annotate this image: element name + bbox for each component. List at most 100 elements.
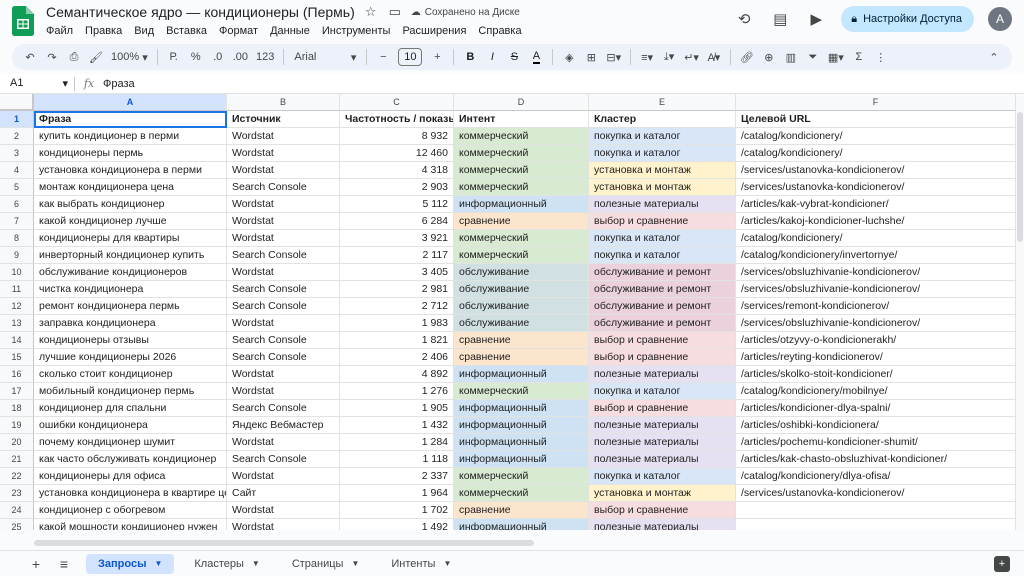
vertical-scrollbar[interactable] <box>1016 94 1024 530</box>
increase-font-size-button[interactable]: + <box>427 47 447 67</box>
percent-format-button[interactable]: % <box>186 47 206 67</box>
table-cell[interactable]: полезные материалы <box>589 417 736 434</box>
table-cell[interactable]: 1 983 <box>340 315 454 332</box>
table-cell[interactable]: Search Console <box>227 451 340 468</box>
sheet-tab[interactable]: Страницы ▼ <box>280 554 372 574</box>
table-cell[interactable]: 1 118 <box>340 451 454 468</box>
table-cell[interactable]: информационный <box>454 400 589 417</box>
table-cell[interactable]: почему кондиционер шумит <box>34 434 227 451</box>
select-all-corner[interactable] <box>0 94 34 111</box>
comments-icon[interactable]: ▤ <box>769 8 791 30</box>
table-cell[interactable]: Wordstat <box>227 468 340 485</box>
column-header-b[interactable]: B <box>227 94 340 111</box>
column-header-f[interactable]: F <box>736 94 1016 111</box>
sheets-logo-icon[interactable] <box>12 6 34 36</box>
table-cell[interactable]: /services/ustanovka-kondicionerov/ <box>736 485 1016 502</box>
row-number[interactable]: 16 <box>0 366 34 383</box>
table-cell[interactable]: 1 284 <box>340 434 454 451</box>
table-cell[interactable]: Search Console <box>227 332 340 349</box>
column-title-cell[interactable]: Источник <box>227 111 340 128</box>
table-cell[interactable]: полезные материалы <box>589 451 736 468</box>
table-cell[interactable] <box>736 519 1016 530</box>
row-number[interactable]: 21 <box>0 451 34 468</box>
history-icon[interactable]: ⟲ <box>733 8 755 30</box>
decrease-font-size-button[interactable]: − <box>373 47 393 67</box>
table-cell[interactable]: 12 460 <box>340 145 454 162</box>
share-button[interactable]: 🔒︎ Настройки Доступа <box>841 6 974 32</box>
paint-format-icon[interactable]: 🖌︎ <box>86 47 106 67</box>
row-number[interactable]: 7 <box>0 213 34 230</box>
decrease-decimal-button[interactable]: .0 <box>208 47 228 67</box>
sheet-menu-caret-icon[interactable]: ▼ <box>351 559 359 568</box>
table-cell[interactable]: /services/obsluzhivanie-kondicionerov/ <box>736 264 1016 281</box>
table-cell[interactable]: 3 921 <box>340 230 454 247</box>
merge-cells-icon[interactable]: ⊟▾ <box>603 47 624 67</box>
table-cell[interactable]: /catalog/kondicionery/mobilnye/ <box>736 383 1016 400</box>
name-box[interactable]: A1 ▾ <box>0 77 74 90</box>
table-cell[interactable]: Wordstat <box>227 145 340 162</box>
table-cell[interactable]: обслуживание кондиционеров <box>34 264 227 281</box>
table-cell[interactable]: обслуживание <box>454 315 589 332</box>
table-cell[interactable]: Wordstat <box>227 502 340 519</box>
menu-file[interactable]: Файл <box>46 24 73 38</box>
table-cell[interactable]: 1 964 <box>340 485 454 502</box>
table-cell[interactable]: инверторный кондиционер купить <box>34 247 227 264</box>
explore-icon[interactable]: + <box>994 556 1010 572</box>
insert-comment-icon[interactable]: ⊕ <box>759 47 779 67</box>
horizontal-align-icon[interactable]: ≡▾ <box>637 47 657 67</box>
table-cell[interactable]: сравнение <box>454 213 589 230</box>
row-number[interactable]: 4 <box>0 162 34 179</box>
table-cell[interactable]: сравнение <box>454 332 589 349</box>
menu-extensions[interactable]: Расширения <box>402 24 466 38</box>
table-cell[interactable]: установка кондиционера в перми <box>34 162 227 179</box>
table-cell[interactable]: полезные материалы <box>589 366 736 383</box>
insert-chart-icon[interactable]: ▥ <box>781 47 801 67</box>
text-wrap-icon[interactable]: ↵▾ <box>681 47 702 67</box>
zoom-select[interactable]: 100% ▾ <box>108 47 151 67</box>
table-cell[interactable]: Search Console <box>227 179 340 196</box>
row-number[interactable]: 23 <box>0 485 34 502</box>
table-cell[interactable]: /services/obsluzhivanie-kondicionerov/ <box>736 281 1016 298</box>
currency-format-button[interactable]: Р. <box>164 47 184 67</box>
fill-color-icon[interactable]: ◈ <box>559 47 579 67</box>
column-header-e[interactable]: E <box>589 94 736 111</box>
column-header-d[interactable]: D <box>454 94 589 111</box>
table-cell[interactable]: выбор и сравнение <box>589 502 736 519</box>
all-sheets-icon[interactable]: ≡ <box>50 556 78 572</box>
document-title[interactable]: Семантическое ядро — кондиционеры (Пермь… <box>46 4 355 20</box>
spreadsheet-grid[interactable]: A B C D E F 1 Фраза Источник Частотность / показы… <box>0 94 1016 530</box>
table-cell[interactable]: информационный <box>454 451 589 468</box>
row-number[interactable]: 8 <box>0 230 34 247</box>
table-cell[interactable]: /articles/kondicioner-dlya-spalni/ <box>736 400 1016 417</box>
undo-icon[interactable]: ↶ <box>20 47 40 67</box>
table-cell[interactable]: Сайт <box>227 485 340 502</box>
row-number[interactable]: 15 <box>0 349 34 366</box>
table-cell[interactable]: обслуживание <box>454 264 589 281</box>
table-cell[interactable]: Wordstat <box>227 434 340 451</box>
redo-icon[interactable]: ↷ <box>42 47 62 67</box>
table-cell[interactable]: /catalog/kondicionery/ <box>736 128 1016 145</box>
table-cell[interactable]: 8 932 <box>340 128 454 145</box>
table-cell[interactable]: Search Console <box>227 298 340 315</box>
table-cell[interactable]: сравнение <box>454 502 589 519</box>
move-folder-icon[interactable]: ▭ <box>387 4 403 20</box>
table-cell[interactable]: /articles/reyting-kondicionerov/ <box>736 349 1016 366</box>
table-cell[interactable]: /articles/otzyvy-o-kondicionerakh/ <box>736 332 1016 349</box>
table-cell[interactable]: коммерческий <box>454 247 589 264</box>
table-cell[interactable]: выбор и сравнение <box>589 213 736 230</box>
table-cell[interactable]: /catalog/kondicionery/dlya-ofisa/ <box>736 468 1016 485</box>
table-cell[interactable]: кондиционер для спальни <box>34 400 227 417</box>
table-cell[interactable]: лучшие кондиционеры 2026 <box>34 349 227 366</box>
row-number[interactable]: 22 <box>0 468 34 485</box>
row-number[interactable]: 12 <box>0 298 34 315</box>
table-cell[interactable]: кондиционер с обогревом <box>34 502 227 519</box>
table-cell[interactable]: коммерческий <box>454 179 589 196</box>
sheet-tab[interactable]: Кластеры ▼ <box>182 554 271 574</box>
row-number[interactable]: 25 <box>0 519 34 530</box>
column-header-c[interactable]: C <box>340 94 454 111</box>
table-cell[interactable]: выбор и сравнение <box>589 400 736 417</box>
table-cell[interactable]: коммерческий <box>454 485 589 502</box>
row-number[interactable]: 20 <box>0 434 34 451</box>
menu-data[interactable]: Данные <box>270 24 310 38</box>
table-cell[interactable]: установка кондиционера в квартире цена <box>34 485 227 502</box>
